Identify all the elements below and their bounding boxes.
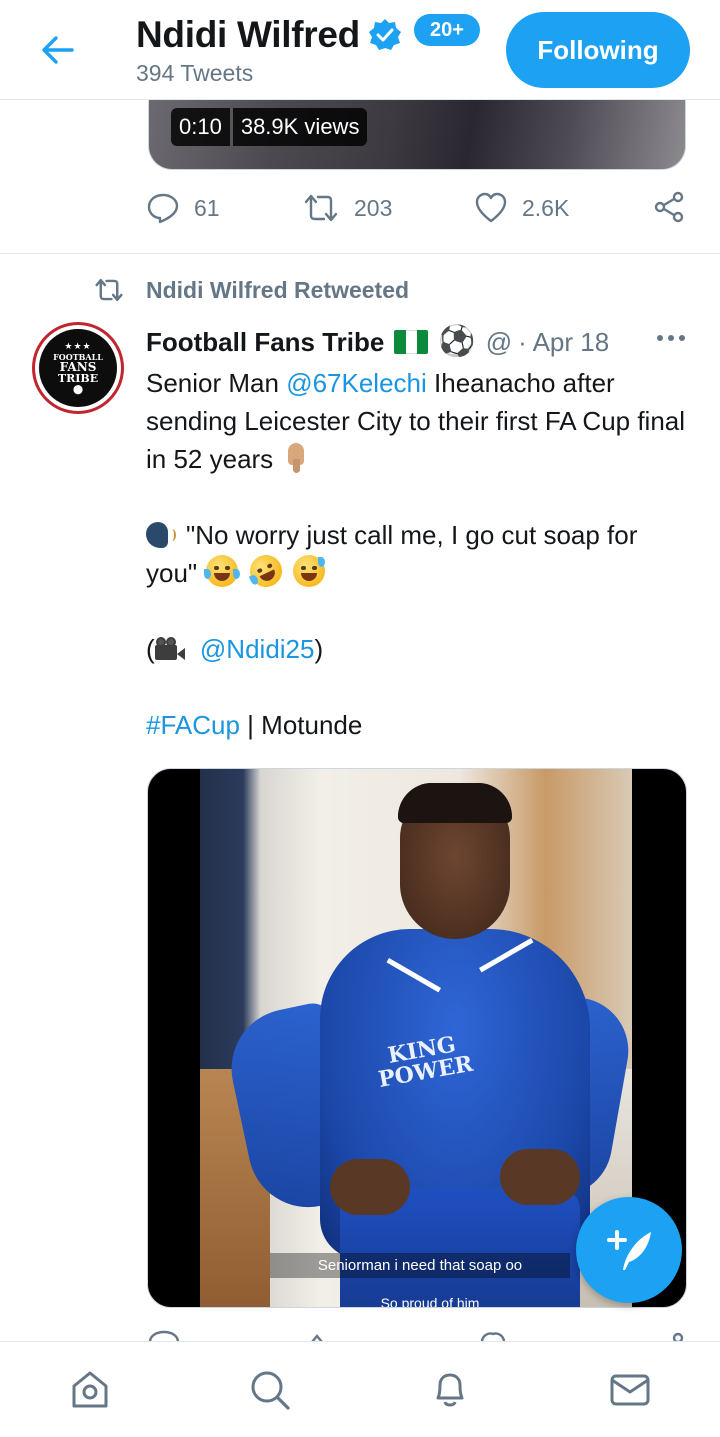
rolling-laughing-emoji-icon bbox=[244, 549, 287, 593]
tears-of-joy-emoji-icon bbox=[204, 555, 241, 587]
more-options-icon[interactable] bbox=[656, 330, 686, 348]
retweet-icon bbox=[304, 194, 338, 222]
reply-button[interactable]: 61 bbox=[146, 191, 220, 225]
like-button[interactable]: 2.6K bbox=[474, 191, 569, 225]
retweet-count: 203 bbox=[354, 194, 393, 221]
feather-plus-icon bbox=[607, 1230, 651, 1270]
video-info: 0:10 38.9K views bbox=[171, 108, 368, 146]
tweet-date: · Apr 18 bbox=[518, 326, 610, 357]
compose-tweet-button[interactable] bbox=[576, 1197, 682, 1303]
notifications-badge: 20+ bbox=[414, 14, 480, 46]
retweet-button[interactable]: 203 bbox=[302, 191, 392, 225]
tweet-paragraph-2: "No worry just call me, I go cut soap fo… bbox=[146, 516, 691, 593]
mention-link-2[interactable]: @Ndidi25 bbox=[200, 634, 315, 664]
avatar-text-3: TRIBE bbox=[57, 372, 99, 385]
arrow-left-icon bbox=[42, 36, 74, 64]
like-count: 2.6K bbox=[522, 194, 570, 221]
grinning-sweat-emoji-icon bbox=[292, 555, 325, 587]
tweet-paragraph-1: Senior Man @67Kelechi Iheanacho after se… bbox=[146, 368, 686, 474]
tweet-divider bbox=[0, 253, 720, 254]
nav-home[interactable] bbox=[66, 1366, 114, 1414]
video-views: 38.9K views bbox=[232, 108, 368, 146]
video-duration: 0:10 bbox=[171, 108, 230, 146]
search-icon bbox=[251, 1371, 290, 1410]
nav-notifications[interactable] bbox=[426, 1366, 474, 1414]
hashtag-link[interactable]: #FACup bbox=[146, 710, 240, 740]
author-handle[interactable]: @ bbox=[486, 327, 512, 358]
author-name[interactable]: Football Fans Tribe bbox=[146, 327, 384, 358]
messages-icon bbox=[610, 1374, 650, 1406]
next-actions-peek bbox=[146, 1326, 686, 1342]
back-button[interactable] bbox=[36, 28, 80, 72]
video-frame: KING POWER Seniorman i need that soap oo … bbox=[200, 769, 632, 1308]
share-icon bbox=[654, 191, 684, 223]
profile-title: Ndidi Wilfred bbox=[136, 14, 402, 56]
tweet-paragraph-4: #FACup | Motunde bbox=[146, 710, 363, 740]
avatar-logo: ★★★ FOOTBALL FANS TRIBE ⬤ bbox=[39, 329, 117, 407]
ball-icon: ⬤ bbox=[72, 384, 84, 394]
profile-name: Ndidi Wilfred bbox=[136, 14, 360, 55]
tweet-header: Football Fans Tribe ⚽ @ · Apr 18 bbox=[146, 322, 686, 362]
avatar[interactable]: ★★★ FOOTBALL FANS TRIBE ⬤ bbox=[32, 322, 124, 414]
home-icon bbox=[72, 1371, 108, 1408]
retweeted-by-row[interactable]: Ndidi Wilfred Retweeted bbox=[92, 276, 409, 304]
previous-tweet-actions: 61 203 2.6K bbox=[146, 191, 686, 231]
video-caption-2: So proud of him bbox=[380, 1295, 480, 1308]
speaking-head-emoji-icon bbox=[146, 520, 176, 550]
soccer-ball-icon: ⚽ bbox=[438, 324, 476, 359]
tweet-text: Senior Man @67Kelechi Iheanacho after se… bbox=[146, 364, 691, 744]
share-button[interactable] bbox=[654, 191, 686, 223]
nav-search[interactable] bbox=[246, 1366, 294, 1414]
tweet-paragraph-3: ( @Ndidi25) bbox=[146, 634, 324, 664]
verified-badge-icon bbox=[368, 18, 402, 52]
nav-messages[interactable] bbox=[606, 1366, 654, 1414]
movie-camera-emoji-icon bbox=[154, 637, 185, 661]
profile-header: Ndidi Wilfred 394 Tweets Following bbox=[0, 0, 720, 100]
mention-link[interactable]: @67Kelechi bbox=[286, 368, 427, 398]
video-caption: Seniorman i need that soap oo bbox=[270, 1253, 570, 1278]
pointing-down-emoji-icon bbox=[282, 441, 310, 473]
notifications-icon bbox=[436, 1373, 464, 1407]
tweet-count: 394 Tweets bbox=[136, 60, 254, 86]
bottom-navigation bbox=[0, 1341, 720, 1437]
following-button[interactable]: Following bbox=[506, 12, 690, 88]
reply-icon bbox=[147, 193, 179, 224]
retweeted-by-label: Ndidi Wilfred Retweeted bbox=[146, 276, 410, 303]
reply-count: 61 bbox=[194, 194, 220, 221]
nigeria-flag-icon bbox=[394, 330, 429, 354]
heart-icon bbox=[475, 192, 507, 223]
retweet-small-icon bbox=[95, 278, 123, 302]
